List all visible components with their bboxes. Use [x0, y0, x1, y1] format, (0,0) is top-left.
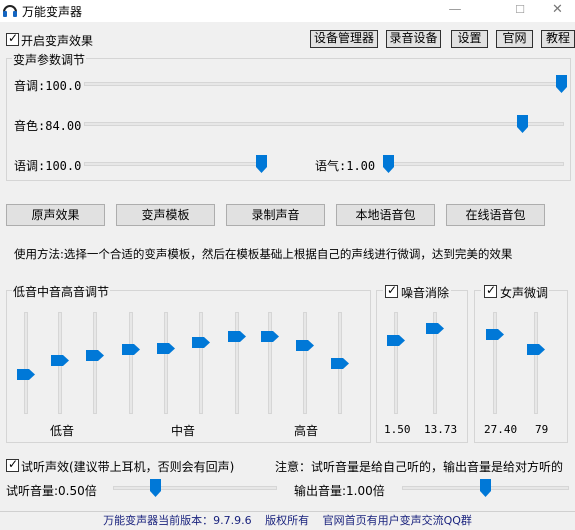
eq-mid-label: 中音	[171, 424, 196, 438]
eq-band-4-slider-thumb[interactable]	[122, 344, 140, 356]
pitch-slider-thumb[interactable]	[556, 75, 567, 93]
eq-band-1-slider-thumb[interactable]	[17, 368, 35, 380]
usage-instructions: 使用方法:选择一个合适的变声模板，然后在模板基础上根据自己的声线进行微调，达到完…	[14, 247, 513, 261]
maximize-button[interactable]: ☐	[497, 0, 543, 22]
eq-high-label: 高音	[294, 424, 319, 438]
eq-band-7-slider-track[interactable]	[235, 312, 239, 414]
tutorial-button[interactable]: 教程	[541, 30, 575, 48]
eq-band-7-slider-thumb[interactable]	[228, 330, 246, 342]
female-slider-1-thumb[interactable]	[486, 328, 504, 340]
voice-template-button[interactable]: 变声模板	[116, 204, 215, 226]
timbre-label: 音色:84.00	[14, 119, 82, 133]
preview-sound-checkbox[interactable]	[6, 457, 19, 472]
official-site-button[interactable]: 官网	[496, 30, 533, 48]
eq-band-4-slider-track[interactable]	[129, 312, 133, 414]
noise-reduction-checkbox[interactable]	[385, 283, 398, 298]
eq-group-title: 低音中音高音调节	[12, 283, 111, 300]
eq-band-1-slider-track[interactable]	[24, 312, 28, 414]
settings-button[interactable]: 设置	[451, 30, 488, 48]
female-slider-2-track[interactable]	[534, 312, 538, 414]
enable-effect-checkbox[interactable]	[6, 31, 19, 46]
preview-volume-label: 试听音量:0.50倍	[6, 484, 97, 498]
volume-note: 注意：试听音量是给自己听的，输出音量是给对方听的	[275, 460, 564, 474]
headphones-icon	[3, 5, 17, 17]
noise-value-1: 1.50	[384, 423, 411, 436]
online-voice-pack-button[interactable]: 在线语音包	[446, 204, 545, 226]
eq-band-10-slider-thumb[interactable]	[331, 357, 349, 369]
pitch-slider-track[interactable]	[84, 82, 564, 86]
female-slider-2-thumb[interactable]	[527, 344, 545, 356]
window-title: 万能变声器	[22, 5, 83, 19]
noise-slider-1-thumb[interactable]	[387, 335, 405, 347]
footer-version: 万能变声器当前版本：9.7.9.6	[103, 514, 252, 527]
footer-site-note[interactable]: 官网首页有用户变声交流QQ群	[323, 514, 472, 527]
recording-device-button[interactable]: 录音设备	[386, 30, 441, 48]
enable-effect-label: 开启变声效果	[21, 34, 94, 48]
output-volume-thumb[interactable]	[480, 479, 491, 497]
eq-band-3-slider-thumb[interactable]	[86, 350, 104, 362]
pitch-label: 音调:100.0	[14, 79, 82, 93]
local-voice-pack-button[interactable]: 本地语音包	[336, 204, 435, 226]
output-volume-label: 输出音量:1.00倍	[294, 484, 385, 498]
female-tune-group	[474, 290, 568, 443]
timbre-slider-thumb[interactable]	[517, 115, 528, 133]
female-tune-label: 女声微调	[500, 286, 549, 300]
timbre-slider-track[interactable]	[84, 122, 564, 126]
record-sound-button[interactable]: 录制声音	[226, 204, 325, 226]
noise-group	[376, 290, 468, 443]
footer-copyright: 版权所有	[265, 514, 310, 527]
eq-band-8-slider-track[interactable]	[268, 312, 272, 414]
voice-params-title: 变声参数调节	[12, 51, 87, 68]
preview-volume-thumb[interactable]	[150, 479, 161, 497]
breath-slider-thumb[interactable]	[383, 155, 394, 173]
eq-band-6-slider-track[interactable]	[199, 312, 203, 414]
noise-value-2: 13.73	[424, 423, 458, 436]
breath-label: 语气:1.00	[315, 159, 376, 173]
original-sound-button[interactable]: 原声效果	[6, 204, 105, 226]
eq-band-3-slider-track[interactable]	[93, 312, 97, 414]
close-button[interactable]: ✕	[540, 0, 575, 22]
eq-band-5-slider-track[interactable]	[164, 312, 168, 414]
minimize-button[interactable]: —	[432, 0, 478, 22]
preview-sound-label: 试听声效(建议带上耳机，否则会有回声)	[21, 460, 235, 474]
female-tune-checkbox[interactable]	[484, 283, 497, 298]
eq-band-5-slider-thumb[interactable]	[157, 343, 175, 355]
tone-label: 语调:100.0	[14, 159, 82, 173]
eq-band-9-slider-track[interactable]	[303, 312, 307, 414]
female-value-2: 79	[535, 423, 549, 436]
eq-band-9-slider-thumb[interactable]	[296, 340, 314, 352]
tone-slider-track[interactable]	[84, 162, 266, 166]
female-slider-1-track[interactable]	[493, 312, 497, 414]
title-bar	[0, 0, 575, 22]
tone-slider-thumb[interactable]	[256, 155, 267, 173]
eq-band-2-slider-thumb[interactable]	[51, 355, 69, 367]
preview-volume-track[interactable]	[113, 486, 277, 490]
noise-slider-1-track[interactable]	[394, 312, 398, 414]
noise-reduction-label: 噪音消除	[401, 286, 450, 300]
eq-band-8-slider-thumb[interactable]	[261, 330, 279, 342]
footer: 万能变声器当前版本：9.7.9.6 版权所有 官网首页有用户变声交流QQ群	[0, 512, 575, 530]
eq-band-6-slider-thumb[interactable]	[192, 337, 210, 349]
female-value-1: 27.40	[484, 423, 518, 436]
device-manager-button[interactable]: 设备管理器	[310, 30, 378, 48]
eq-low-label: 低音	[50, 424, 75, 438]
breath-slider-track[interactable]	[383, 162, 564, 166]
noise-slider-2-thumb[interactable]	[426, 322, 444, 334]
